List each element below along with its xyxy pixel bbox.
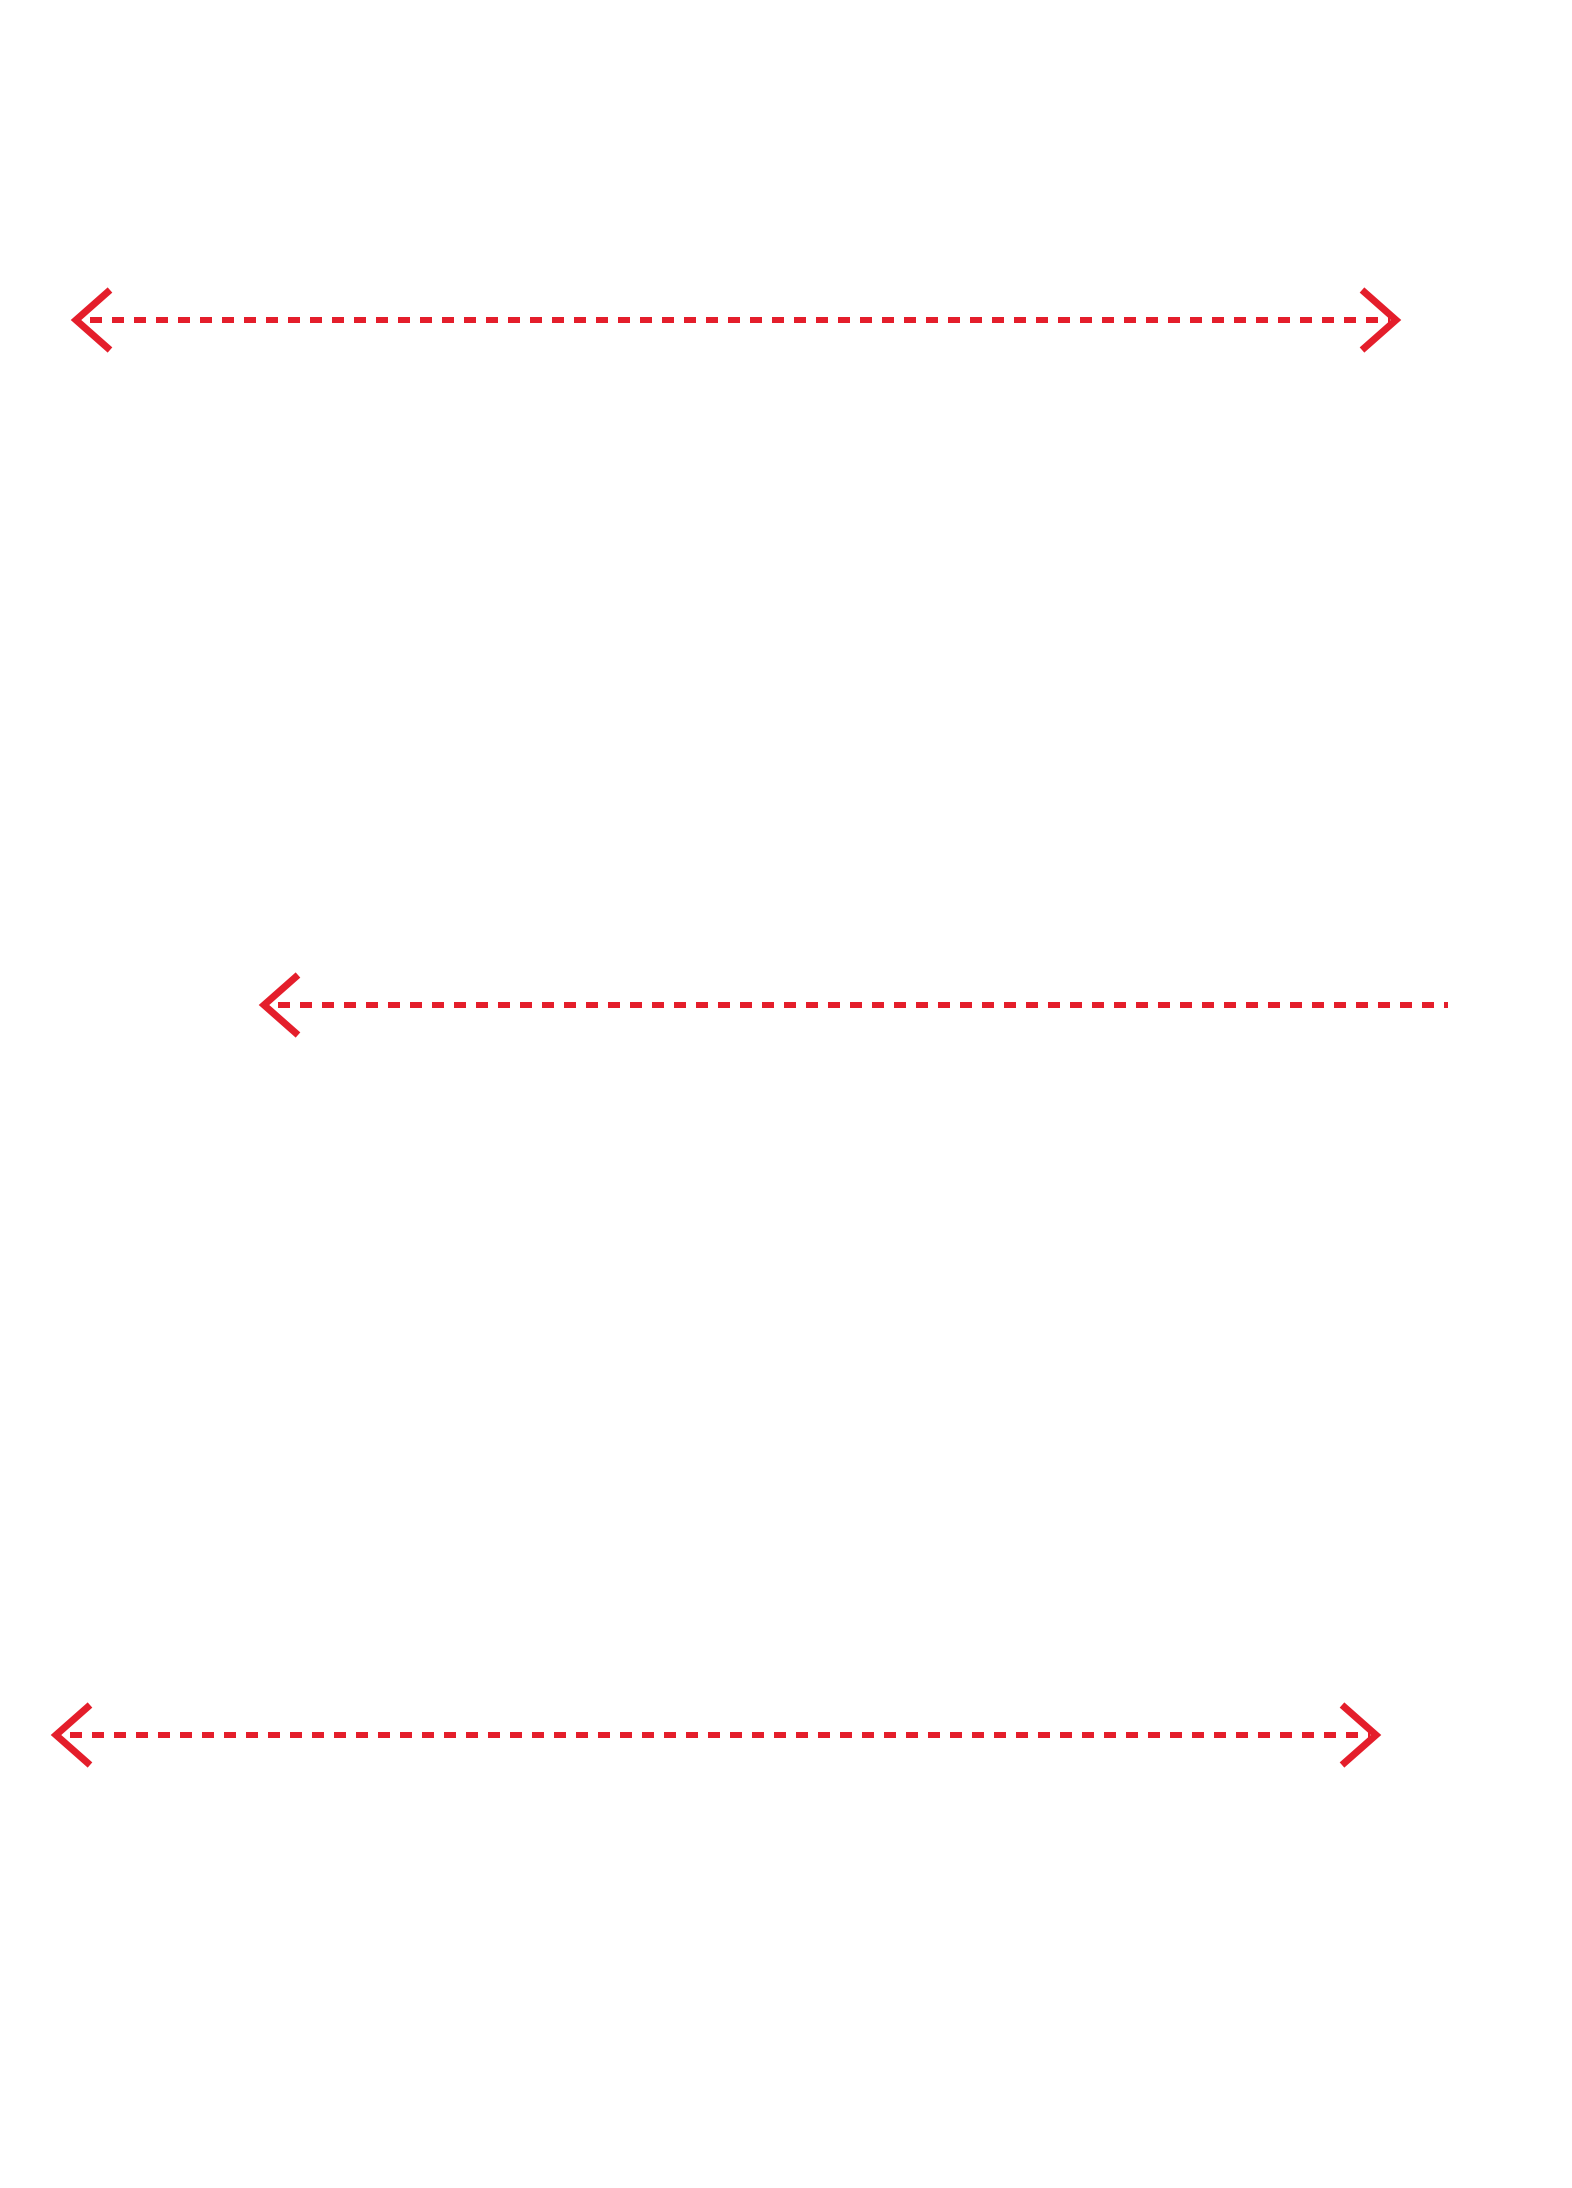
double-headed-dashed-arrow-top xyxy=(70,287,1402,353)
double-headed-dashed-arrow-bottom xyxy=(50,1702,1382,1768)
diagram-canvas xyxy=(50,287,1448,1768)
left-headed-dashed-arrow-middle xyxy=(258,972,1448,1038)
